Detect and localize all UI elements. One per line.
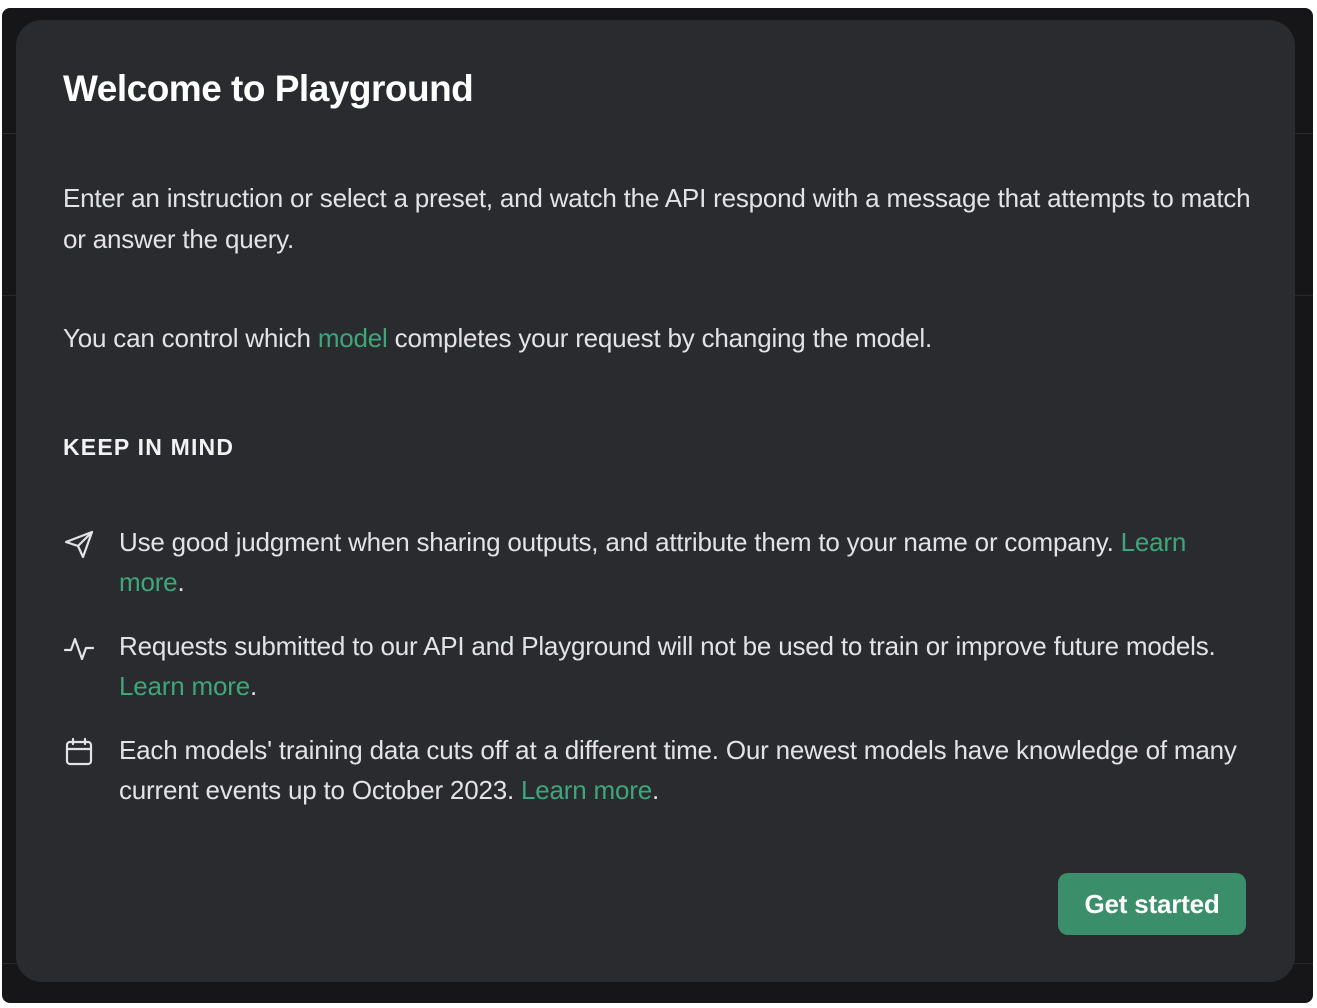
keep-in-mind-heading: KEEP IN MIND bbox=[63, 434, 235, 460]
keep-in-mind-text: Each models' training data cuts off at a… bbox=[119, 730, 1244, 810]
calendar-icon bbox=[63, 736, 95, 768]
activity-icon bbox=[63, 632, 95, 664]
item-suffix: . bbox=[652, 775, 660, 805]
modal-title: Welcome to Playground bbox=[63, 68, 474, 109]
model-text-after: completes your request by changing the m… bbox=[387, 323, 933, 353]
item-suffix: . bbox=[249, 671, 257, 701]
model-link[interactable]: model bbox=[318, 323, 388, 353]
intro-paragraph: Enter an instruction or select a preset,… bbox=[63, 183, 1251, 254]
learn-more-link[interactable]: Learn more bbox=[119, 671, 250, 701]
learn-more-link[interactable]: Learn more bbox=[521, 775, 652, 805]
model-text-before: You can control which bbox=[63, 323, 318, 353]
welcome-modal: Welcome to Playground Enter an instructi… bbox=[16, 20, 1295, 982]
item-text: Each models' training data cuts off at a… bbox=[119, 735, 1237, 805]
keep-in-mind-text: Requests submitted to our API and Playgr… bbox=[119, 626, 1244, 706]
item-text: Use good judgment when sharing outputs, … bbox=[119, 527, 1121, 557]
model-paragraph: You can control which model completes yo… bbox=[63, 318, 1258, 359]
item-suffix: . bbox=[177, 567, 185, 597]
send-icon bbox=[63, 528, 95, 560]
item-text: Requests submitted to our API and Playgr… bbox=[119, 631, 1216, 661]
get-started-button[interactable]: Get started bbox=[1058, 873, 1246, 935]
keep-in-mind-text: Use good judgment when sharing outputs, … bbox=[119, 522, 1244, 602]
